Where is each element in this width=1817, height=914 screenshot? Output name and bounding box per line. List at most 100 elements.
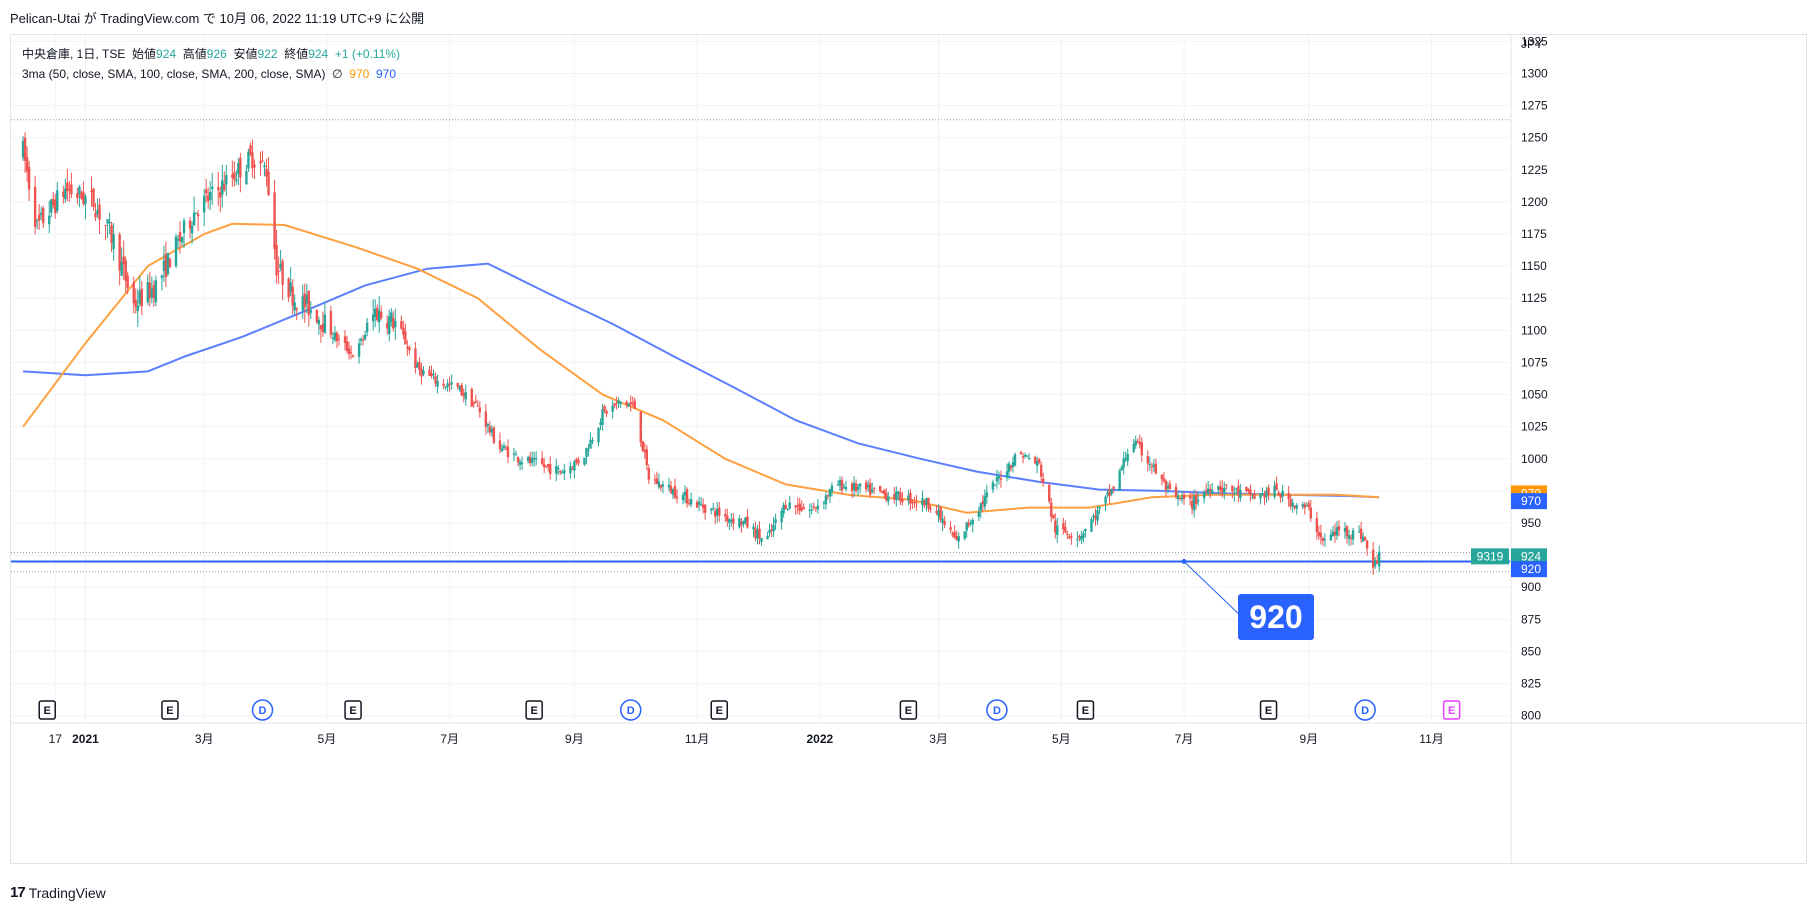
candle-body xyxy=(233,172,236,180)
candle-body xyxy=(502,445,506,449)
legend-row-indicator: 3ma (50, close, SMA, 100, close, SMA, 20… xyxy=(22,64,400,84)
footer-brand[interactable]: 17 TradingView xyxy=(10,884,106,901)
candle-body xyxy=(1351,530,1355,540)
candle-body xyxy=(309,310,312,313)
candle-body xyxy=(1070,536,1073,538)
price-tick: 1100 xyxy=(1521,323,1547,337)
candle-body xyxy=(844,486,848,490)
candle-body xyxy=(943,520,946,526)
candle-body xyxy=(856,487,860,490)
dividend-label: D xyxy=(993,705,1001,717)
candle-body xyxy=(1037,459,1041,463)
earnings-label: E xyxy=(44,705,51,717)
candle-body xyxy=(202,195,206,213)
candle-body xyxy=(540,458,544,465)
earnings-marker[interactable]: E xyxy=(38,700,56,720)
candle-body xyxy=(1146,456,1150,464)
candle-body xyxy=(174,236,178,267)
price-tick: 950 xyxy=(1521,516,1541,530)
candle-body xyxy=(555,466,558,474)
candle-body xyxy=(641,441,644,452)
candle-body xyxy=(1249,489,1252,496)
candle-body xyxy=(1005,471,1009,478)
candle-body xyxy=(685,489,689,504)
dividend-marker[interactable]: D xyxy=(619,699,642,721)
earnings-marker[interactable]: E xyxy=(710,700,729,720)
earnings-marker[interactable]: E xyxy=(899,700,918,720)
candle-body xyxy=(760,538,763,542)
candle-body xyxy=(1110,489,1113,494)
candle-body xyxy=(681,494,685,501)
candle-body xyxy=(1019,452,1023,455)
candle-body xyxy=(1267,487,1270,494)
price-tick: 1175 xyxy=(1521,227,1547,241)
candle-body xyxy=(1064,527,1067,533)
candle-body xyxy=(275,244,278,276)
candle-body xyxy=(190,225,194,234)
earnings-marker[interactable]: E xyxy=(525,700,543,720)
moving-averages xyxy=(22,222,1380,514)
candle-body xyxy=(673,486,677,498)
candle-body xyxy=(534,458,538,460)
dividend-marker[interactable]: D xyxy=(1354,699,1376,721)
candle-body xyxy=(1090,519,1093,532)
low-value: 922 xyxy=(257,47,278,61)
candle-body xyxy=(549,464,552,475)
candle-body xyxy=(645,449,649,466)
symbol-info[interactable]: 中央倉庫, 1日, TSE xyxy=(22,47,125,61)
candle-body xyxy=(1162,478,1166,482)
chart-legend: 中央倉庫, 1日, TSE 始値924 高値926 安値922 終値924 +1… xyxy=(22,44,400,84)
candle-body xyxy=(557,468,560,470)
candle-body xyxy=(915,502,918,504)
time-tick: 11月 xyxy=(1419,732,1443,746)
candle-body xyxy=(408,347,411,351)
candle-body xyxy=(909,492,912,504)
candle-body xyxy=(335,332,339,342)
dividend-marker[interactable]: D xyxy=(251,699,274,721)
earnings-marker[interactable]: E xyxy=(1076,700,1095,720)
price-chart[interactable]: EEDEEDEEDEEDE 920 JPY8008258508759009501… xyxy=(0,0,1817,914)
earnings-marker[interactable]: E xyxy=(1442,700,1461,720)
candle-body xyxy=(1194,494,1198,505)
brand-name: TradingView xyxy=(28,884,106,901)
candle-body xyxy=(619,401,622,404)
price-tag-label: 920 xyxy=(1521,562,1541,576)
earnings-marker[interactable]: E xyxy=(161,700,179,720)
indicator-name[interactable]: 3ma (50, close, SMA, 100, close, SMA, 20… xyxy=(22,67,325,81)
candle-body xyxy=(601,408,604,425)
candle-body xyxy=(500,448,504,452)
candle-body xyxy=(380,311,383,319)
price-tick: 1250 xyxy=(1521,131,1548,145)
ma-50-line xyxy=(22,222,1380,514)
price-tick: 1225 xyxy=(1521,163,1548,177)
candle-body xyxy=(661,484,665,487)
candle-body xyxy=(245,171,248,185)
earnings-marker[interactable]: E xyxy=(344,700,362,720)
candle-body xyxy=(456,383,459,387)
candle-body xyxy=(1365,540,1369,549)
price-tick: 1050 xyxy=(1521,388,1548,402)
price-tick: 800 xyxy=(1521,709,1541,723)
earnings-marker[interactable]: E xyxy=(1259,700,1278,720)
legend-row-symbol: 中央倉庫, 1日, TSE 始値924 高値926 安値922 終値924 +1… xyxy=(22,44,400,64)
candle-body xyxy=(1323,538,1327,541)
candle-body xyxy=(1363,536,1367,540)
dividend-marker[interactable]: D xyxy=(986,699,1008,721)
time-tick: 9月 xyxy=(565,732,584,746)
annotation[interactable]: 920 xyxy=(1181,558,1314,640)
candle-body xyxy=(1337,525,1341,531)
candle-body xyxy=(1231,485,1234,492)
earnings-label: E xyxy=(166,705,173,717)
candle-body xyxy=(1233,492,1236,494)
earnings-label: E xyxy=(530,705,537,717)
candle-body xyxy=(486,424,490,426)
candle-body xyxy=(347,348,351,355)
candle-body xyxy=(983,495,987,507)
price-tick: 1150 xyxy=(1521,259,1547,273)
time-axis[interactable]: 17 2021 3月 5月 7月 9月 11月 2022 3月 5月 7月 9月 11月 xyxy=(49,732,1444,746)
candle-body xyxy=(329,311,333,336)
earnings-label: E xyxy=(716,705,723,717)
time-tick: 2022 xyxy=(807,732,834,746)
event-markers[interactable]: EEDEEDEEDEEDE xyxy=(38,699,1461,721)
candle-body xyxy=(979,503,983,511)
